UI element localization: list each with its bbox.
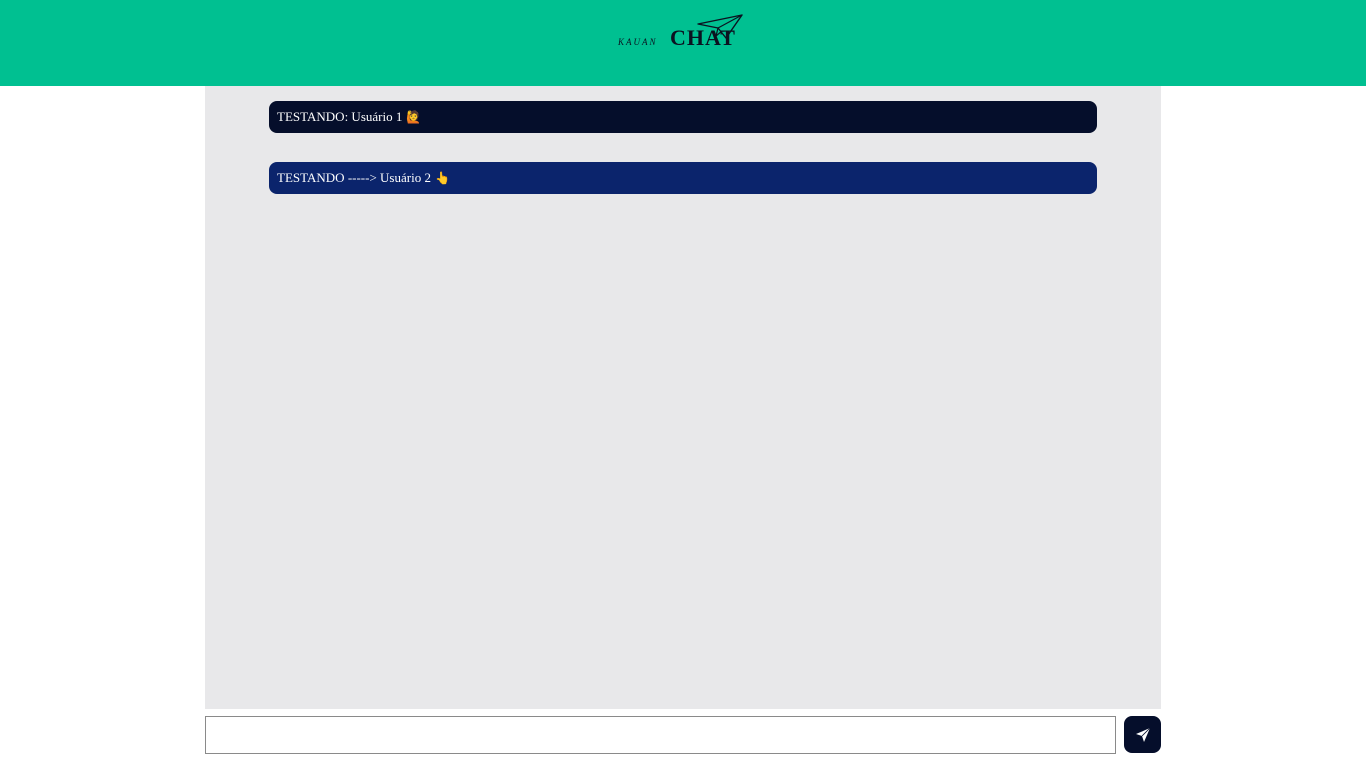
logo-small-text: KAUAN (618, 37, 658, 47)
pointing-up-emoji-icon: 👆 (434, 171, 450, 185)
chat-message: TESTANDO: Usuário 1 🙋 (269, 101, 1097, 133)
message-text: TESTANDO: Usuário 1 (277, 109, 403, 124)
message-composer (205, 716, 1161, 754)
app-logo: KAUAN CHAT (616, 14, 750, 52)
send-button[interactable] (1124, 716, 1161, 753)
message-text: TESTANDO -----> Usuário 2 (277, 170, 431, 185)
chat-messages-area: TESTANDO: Usuário 1 🙋 TESTANDO -----> Usu… (205, 86, 1161, 709)
header-bar: KAUAN CHAT (0, 0, 1366, 86)
send-icon (1135, 727, 1150, 742)
chat-message: TESTANDO -----> Usuário 2 👆 (269, 162, 1097, 194)
logo-big-text: CHAT (670, 25, 736, 50)
message-input[interactable] (205, 716, 1116, 754)
raising-hand-emoji-icon: 🙋 (406, 110, 422, 124)
